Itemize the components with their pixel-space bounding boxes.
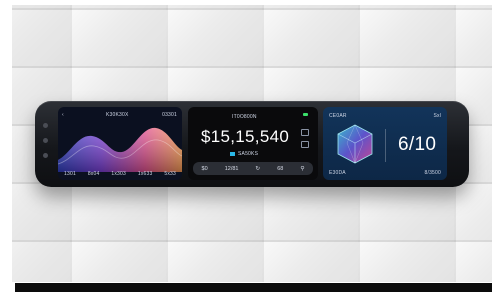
score-divider — [385, 129, 386, 162]
wave-panel-right-label: 03301 — [162, 112, 177, 118]
user-icon[interactable]: ⚲ — [300, 166, 304, 172]
wave-axis-labels: 1301 8x04 1x303 1x633 5x33 — [64, 171, 176, 177]
wave-panel-title: K30K30X — [106, 112, 129, 118]
device-side-buttons — [43, 123, 48, 158]
refresh-icon[interactable]: ↻ — [256, 166, 261, 172]
back-chevron-icon[interactable]: ‹ — [62, 112, 64, 118]
polyhedron-icon — [337, 124, 373, 164]
wave-graphic — [58, 127, 182, 172]
balance-tag: SA50KS — [238, 151, 259, 157]
axis-label: 5x33 — [164, 171, 176, 177]
side-button-2[interactable] — [43, 138, 48, 143]
pill-item-date[interactable]: 12/81 — [225, 166, 239, 172]
bottom-shadow-bar — [15, 283, 492, 292]
axis-label: 8x04 — [87, 171, 100, 177]
battery-icon — [303, 113, 308, 116]
balance-panel[interactable]: IT0O800N $15,15,540 SA50KS $0 12/81 ↻ 68… — [188, 107, 318, 180]
score-panel[interactable]: CE0AR Sxl 6/10 E30DA 8/3500 — [323, 107, 447, 180]
score-panel-right-label: Sxl — [433, 113, 441, 119]
score-bottom-left-label: E30DA — [329, 170, 346, 176]
wave-chart-panel[interactable]: ‹ K30K30X 03301 1301 8x04 1x303 1x633 5x… — [58, 107, 182, 180]
side-button-3[interactable] — [43, 153, 48, 158]
dashboard-device: ‹ K30K30X 03301 1301 8x04 1x303 1x633 5x… — [35, 101, 469, 187]
balance-panel-title: IT0O800N — [232, 114, 257, 120]
score-bottom-right-label: 8/3500 — [424, 170, 441, 176]
axis-label: 1x303 — [111, 171, 126, 177]
balance-action-bar: $0 12/81 ↻ 68 ⚲ — [193, 162, 313, 175]
side-button-1[interactable] — [43, 123, 48, 128]
card-icon[interactable] — [301, 129, 309, 136]
wallet-icon[interactable] — [301, 141, 309, 148]
balance-amount: $15,15,540 — [201, 127, 290, 146]
tag-color-icon — [230, 152, 235, 156]
pill-item-count[interactable]: 68 — [277, 166, 283, 172]
axis-label: 1301 — [64, 171, 76, 177]
score-value: 6/10 — [398, 134, 437, 155]
score-panel-title: CE0AR — [329, 113, 347, 119]
axis-label: 1x633 — [137, 171, 153, 177]
pill-item-amount[interactable]: $0 — [202, 166, 208, 172]
